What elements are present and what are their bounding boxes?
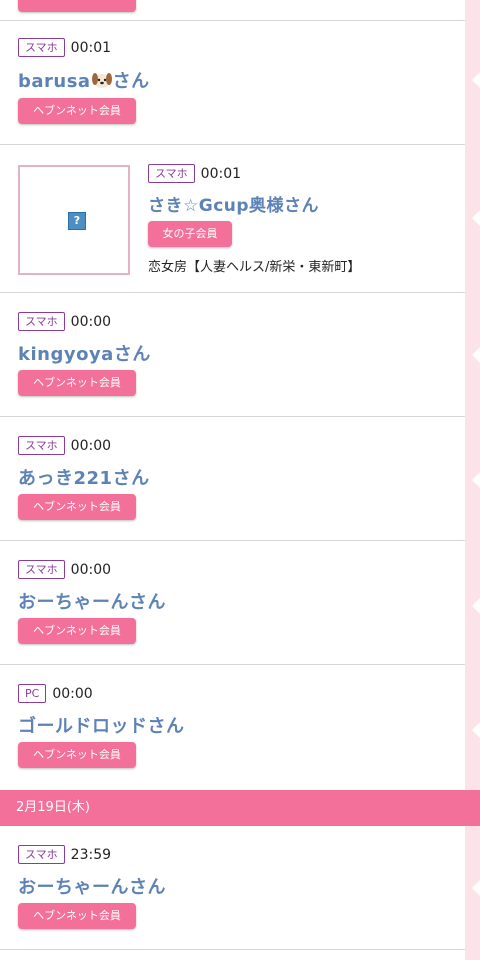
member-badge: ヘブンネット会員 [18,370,136,396]
device-tag: スマホ [148,164,195,183]
list-item[interactable]: スマホ 23:59 おーちゃーんさん ヘブンネット会員 [0,826,465,950]
list-item[interactable]: スマホ 00:00 あっき221さん ヘブンネット会員 [0,417,465,541]
visitor-name[interactable]: おーちゃーんさん [18,588,166,614]
member-badge: ヘブンネット会員 [18,742,136,768]
scroll-notch [472,472,480,488]
list-item[interactable]: スマホ 00:00 kingyoyaさん ヘブンネット会員 [0,293,465,417]
visitor-name[interactable]: さき☆Gcup奥様さん [148,191,319,216]
member-badge: ヘブンネット会員 [18,618,136,644]
visitor-name[interactable]: あっき221さん [18,464,150,490]
device-tag: PC [18,684,47,703]
scroll-notch [472,347,480,363]
device-tag: スマホ [18,560,65,579]
honorific: さん [112,71,150,92]
visit-time: 00:00 [70,313,112,330]
device-tag: スマホ [18,38,65,57]
entry-meta: スマホ 00:00 [18,436,111,455]
visit-time: 00:00 [70,561,112,578]
device-tag: スマホ [18,312,65,331]
visit-time: 00:01 [200,165,242,182]
visitor-name[interactable]: kingyoyaさん [18,340,151,366]
scroll-notch [472,722,480,738]
visitor-name[interactable]: おーちゃーんさん [18,873,166,899]
list-item-partial [0,0,465,21]
visit-time: 00:00 [70,437,112,454]
list-item[interactable]: スマホ 00:00 おーちゃーんさん ヘブンネット会員 [0,541,465,665]
dog-face-icon [91,73,112,88]
visitor-name[interactable]: ゴールドロッドさん [18,712,185,738]
girl-member-badge: 女の子会員 [148,221,232,247]
visit-time: 23:59 [70,846,112,863]
list-item[interactable]: スマホ 00:01 barusa さん ヘブンネット会員 [0,21,465,145]
entry-meta: PC 00:00 [18,684,93,703]
entry-meta: スマホ 00:01 [18,38,111,57]
member-badge [18,0,136,12]
entry-meta: スマホ 00:00 [18,560,111,579]
list-item[interactable]: PC 00:00 ゴールドロッドさん ヘブンネット会員 [0,665,465,789]
visit-time: 00:00 [52,685,93,702]
scroll-notch [472,210,480,226]
entry-meta: スマホ 23:59 [18,845,111,864]
list-item[interactable]: ? スマホ 00:01 さき☆Gcup奥様さん 女の子会員 恋女房【人妻ヘルス/… [0,145,465,293]
date-header: 2月19日(木) [0,790,480,826]
device-tag: スマホ [18,436,65,455]
scroll-notch [472,72,480,88]
shop-name-link[interactable]: 恋女房【人妻ヘルス/新栄・東新町】 [148,256,360,275]
entry-meta: スマホ 00:01 [148,164,241,183]
visit-time: 00:01 [70,39,112,56]
date-header-label: 2月19日(木) [16,800,90,815]
scroll-notch [472,880,480,896]
member-badge: ヘブンネット会員 [18,494,136,520]
visitor-name-link[interactable]: barusa さん [18,67,150,93]
visitor-name: barusa [18,71,91,92]
member-badge: ヘブンネット会員 [18,98,136,124]
entry-meta: スマホ 00:00 [18,312,111,331]
missing-image-icon: ? [68,212,86,230]
member-badge: ヘブンネット会員 [18,903,136,929]
scroll-notch [472,598,480,614]
profile-thumbnail[interactable]: ? [18,165,130,275]
device-tag: スマホ [18,845,65,864]
